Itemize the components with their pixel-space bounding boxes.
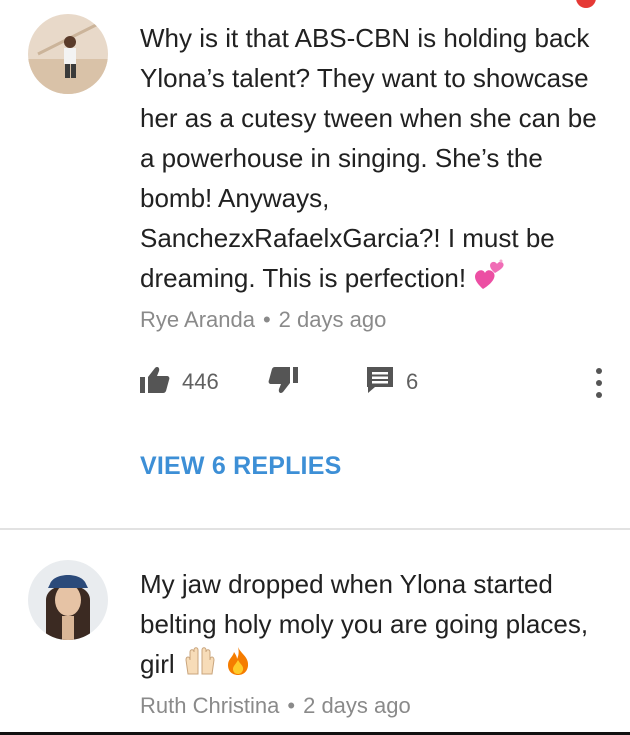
thumbs-up-icon	[140, 366, 170, 399]
like-count: 446	[182, 369, 219, 394]
dislike-button[interactable]	[268, 362, 298, 402]
like-button[interactable]: 446	[140, 362, 219, 402]
comment-meta: Rye Aranda • 2 days ago	[140, 307, 386, 333]
view-replies-link[interactable]: VIEW 6 REPLIES	[140, 452, 341, 481]
fire-icon	[225, 646, 251, 687]
reply-count: 6	[406, 369, 419, 394]
thumbs-down-icon	[268, 366, 298, 399]
avatar[interactable]	[28, 560, 108, 640]
more-options-icon[interactable]	[593, 368, 605, 398]
comment-icon	[366, 366, 394, 399]
author-name[interactable]: Ruth Christina	[140, 693, 279, 718]
meta-separator: •	[262, 307, 271, 332]
avatar[interactable]	[28, 14, 108, 94]
two-hearts-icon	[473, 259, 507, 302]
comment-time: 2 days ago	[303, 693, 411, 718]
comment-body: Why is it that ABS-CBN is holding back Y…	[140, 23, 597, 293]
comment-meta: Ruth Christina • 2 days ago	[140, 693, 411, 719]
comment-actions: 446 6	[140, 362, 620, 402]
comment-time: 2 days ago	[278, 307, 387, 332]
author-name[interactable]: Rye Aranda	[140, 307, 255, 332]
raising-hands-icon	[182, 646, 218, 687]
comment-2: My jaw dropped when Ylona started beltin…	[0, 530, 630, 735]
meta-separator: •	[287, 693, 296, 718]
comment-text: Why is it that ABS-CBN is holding back Y…	[140, 18, 600, 302]
comment-1: Why is it that ABS-CBN is holding back Y…	[0, 0, 630, 528]
comment-text: My jaw dropped when Ylona started beltin…	[140, 564, 600, 687]
reply-button[interactable]: 6	[366, 362, 418, 402]
